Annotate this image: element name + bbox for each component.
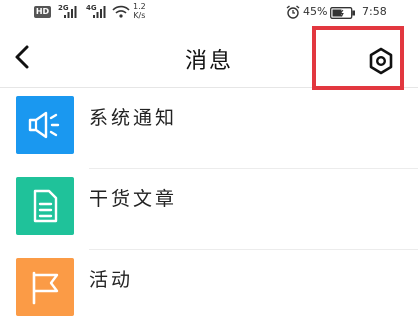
alarm-icon (286, 5, 300, 19)
network-speed: 1.2 K/s (133, 2, 146, 20)
list-item-label: 干货文章 (89, 188, 178, 210)
speed-value: 1.2 (133, 2, 146, 11)
status-bar: HD 2G 4G 1.2 K/s 45% 7:58 (0, 0, 418, 26)
messages-screen: HD 2G 4G 1.2 K/s 45% 7:58 消息 系统通知 干货文章 活… (0, 0, 418, 329)
list-item-system-notice[interactable]: 系统通知 (0, 88, 418, 169)
hd-badge: HD (34, 6, 51, 18)
signal-bars-icon (64, 6, 77, 18)
articles-tile (16, 177, 74, 235)
battery-percent: 45% (303, 5, 328, 18)
message-category-list: 系统通知 干货文章 活动 (0, 88, 418, 329)
speed-unit: K/s (133, 11, 146, 20)
clock-time: 7:58 (362, 5, 387, 18)
settings-hexagon-icon (369, 47, 393, 75)
list-item-activities[interactable]: 活动 (0, 250, 418, 329)
settings-button[interactable] (312, 26, 404, 90)
list-item-articles[interactable]: 干货文章 (0, 169, 418, 250)
system-notice-tile (16, 96, 74, 154)
document-icon (33, 189, 58, 223)
list-item-label: 活动 (89, 269, 134, 291)
battery-icon (330, 7, 355, 19)
flag-icon (32, 271, 59, 305)
wifi-icon (112, 5, 130, 18)
list-item-label: 系统通知 (89, 107, 178, 129)
nav-bar: 消息 (0, 26, 418, 90)
megaphone-icon (28, 111, 60, 139)
signal-bars-icon (93, 6, 106, 18)
activities-tile (16, 258, 74, 316)
